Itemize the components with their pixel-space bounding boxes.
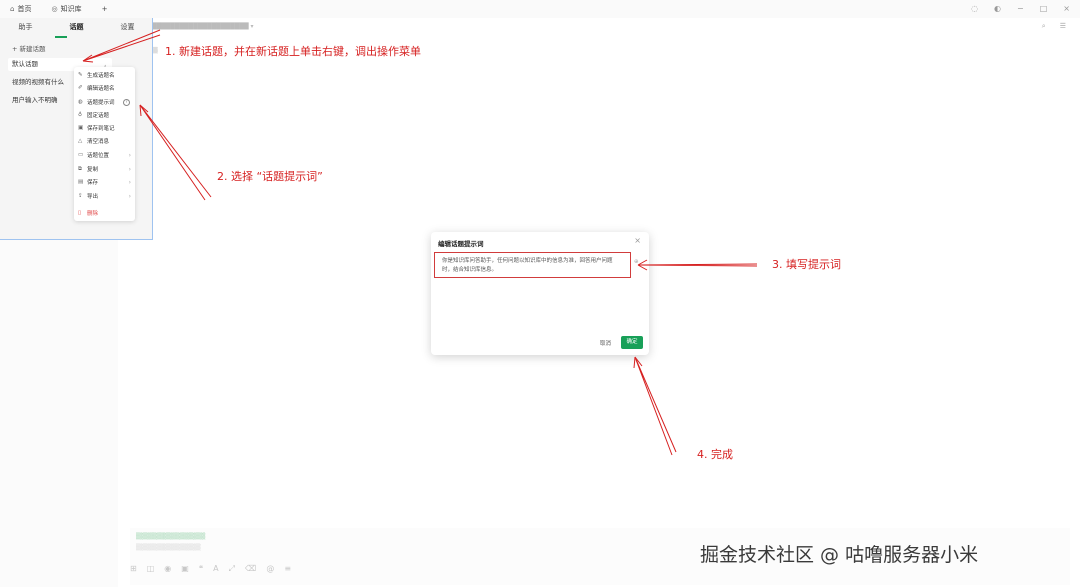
- annotation-step1: 1. 新建话题，并在新话题上单击右键，调出操作菜单: [165, 45, 421, 58]
- annotation-step3: 3. 填写提示词: [772, 258, 841, 271]
- annotation-step4: 4. 完成: [697, 448, 733, 461]
- arrow-step4: [634, 356, 677, 456]
- arrow-step1: [82, 29, 161, 62]
- annotation-step2: 2. 选择 “话题提示词”: [217, 170, 323, 183]
- annotation-arrows: [82, 29, 758, 456]
- arrow-step3: [637, 263, 758, 267]
- watermark: 掘金技术社区 @ 咕噜服务器小米: [700, 544, 979, 566]
- arrow-step2: [139, 104, 212, 201]
